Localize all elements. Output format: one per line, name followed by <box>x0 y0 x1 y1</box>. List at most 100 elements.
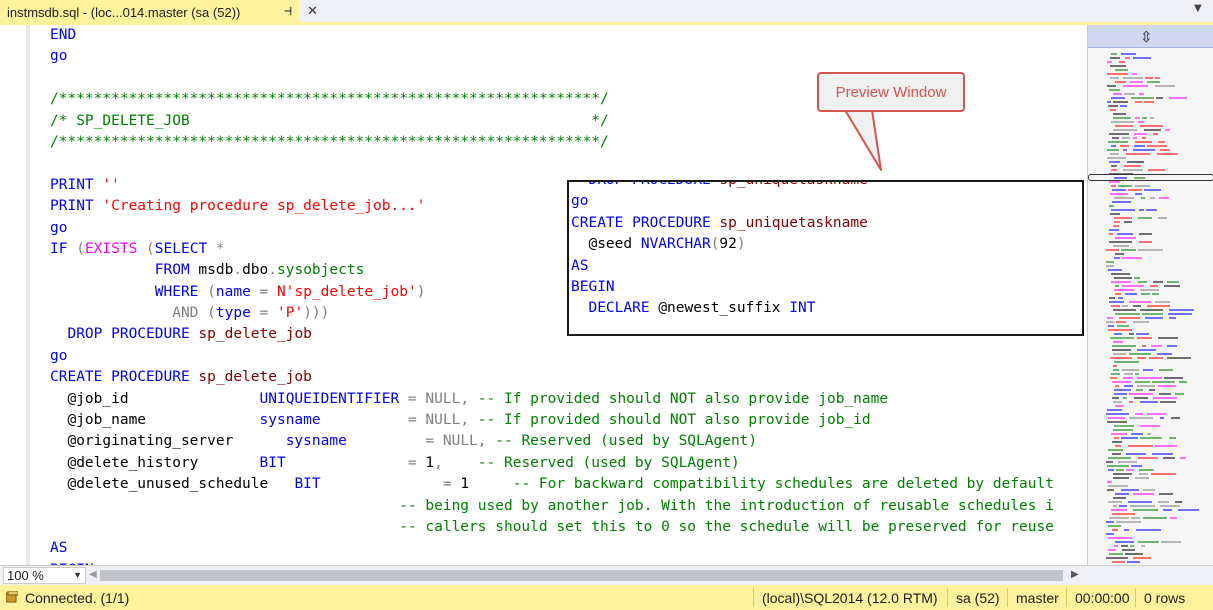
close-icon[interactable]: ✕ <box>307 4 318 20</box>
code-token: PRINT <box>50 198 103 215</box>
tab-instmsdb[interactable]: instmsdb.sql - (loc...014.master (sa (52… <box>0 0 299 25</box>
zoom-select[interactable]: 100 % ▼ <box>3 567 86 584</box>
splitter-handle[interactable]: ⇳ <box>1088 25 1213 48</box>
map-line <box>1119 317 1140 319</box>
map-line <box>1128 501 1152 503</box>
map-line <box>1169 97 1187 99</box>
tab-list-dropdown-icon[interactable]: ▼ <box>1194 3 1202 14</box>
map-line <box>1139 469 1154 471</box>
map-line <box>1124 373 1133 375</box>
map-line <box>1110 357 1132 359</box>
map-line <box>1155 301 1170 303</box>
map-line <box>1108 537 1132 539</box>
status-elapsed: 00:00:00 <box>1075 590 1130 606</box>
map-line <box>1112 513 1135 515</box>
code-token: 1 <box>460 476 513 493</box>
map-line <box>1109 517 1129 519</box>
map-line <box>1109 89 1120 91</box>
code-token: = <box>259 283 278 300</box>
editor-gutter <box>0 25 26 565</box>
map-line <box>1158 141 1165 143</box>
map-line <box>1157 153 1178 155</box>
map-line <box>1129 301 1151 303</box>
code-token: go <box>50 48 68 65</box>
callout-preview-window: Preview Window <box>817 72 965 112</box>
map-line <box>1121 249 1136 251</box>
map-line <box>1114 393 1127 395</box>
map-line <box>1140 425 1160 427</box>
code-token: NVARCHAR <box>640 236 711 253</box>
map-line <box>1126 469 1134 471</box>
code-token: NULL <box>442 433 478 450</box>
code-token: DROP PROCEDURE <box>588 180 720 188</box>
map-line <box>1143 369 1153 371</box>
map-line <box>1167 345 1177 347</box>
split-icon[interactable]: ⇳ <box>1140 28 1153 46</box>
map-line <box>1160 401 1176 403</box>
map-line <box>1153 133 1158 135</box>
map-line <box>1110 193 1128 195</box>
map-line <box>1139 93 1144 95</box>
map-line <box>1113 365 1117 367</box>
scroll-right-icon[interactable]: ▶ <box>1071 569 1079 580</box>
chevron-down-icon[interactable]: ▼ <box>73 568 82 583</box>
map-line <box>1159 369 1173 371</box>
map-line <box>1114 333 1122 335</box>
map-line <box>1164 377 1183 379</box>
map-line <box>1133 493 1154 495</box>
map-line <box>1135 185 1150 187</box>
map-line <box>1108 449 1123 451</box>
map-line <box>1124 385 1133 387</box>
code-token: = <box>407 454 426 471</box>
map-line <box>1155 445 1177 447</box>
map-line <box>1133 557 1151 559</box>
code-token: type <box>215 305 260 322</box>
map-line <box>1138 249 1163 251</box>
map-line <box>1122 305 1128 307</box>
map-line <box>1148 169 1165 171</box>
map-line <box>1124 529 1129 531</box>
map-line <box>1108 469 1114 471</box>
code-line: @delete_unused_schedule BIT = 1 -- For b… <box>50 474 1054 495</box>
code-token: N'sp_delete_job' <box>277 283 417 300</box>
map-line <box>1115 405 1124 407</box>
map-line <box>1112 529 1118 531</box>
map-line <box>1107 61 1112 63</box>
code-line: @job_id UNIQUEIDENTIFIER = NULL, -- If p… <box>50 389 1054 410</box>
map-line <box>1125 57 1130 59</box>
map-line <box>1115 253 1124 255</box>
map-line <box>1112 397 1119 399</box>
code-token: = <box>259 305 277 322</box>
status-separator <box>1066 588 1067 607</box>
preview-line: DECLARE @newest_suffix INT <box>571 298 868 319</box>
scroll-left-icon[interactable]: ◀ <box>89 569 97 580</box>
map-line <box>1133 321 1149 323</box>
map-line <box>1111 97 1125 99</box>
code-token: @seed <box>571 236 641 253</box>
map-line <box>1121 545 1128 547</box>
code-token: go <box>50 219 68 236</box>
map-line <box>1175 501 1182 503</box>
map-line <box>1134 277 1140 279</box>
horizontal-scroll-thumb[interactable] <box>100 570 1063 581</box>
code-token: IF <box>50 240 77 257</box>
status-separator <box>1007 588 1008 607</box>
status-rows: 0 rows <box>1144 590 1186 606</box>
code-line: END <box>50 25 1054 46</box>
map-line <box>1168 313 1192 315</box>
map-line <box>1158 337 1178 339</box>
map-line <box>1113 497 1126 499</box>
map-line <box>1137 385 1155 387</box>
map-line <box>1108 485 1128 487</box>
scrollbar-map[interactable]: ⇳ <box>1087 25 1213 565</box>
map-line <box>1113 505 1117 507</box>
map-line <box>1108 141 1128 143</box>
map-line <box>1120 105 1127 107</box>
map-line <box>1115 125 1133 127</box>
map-line <box>1158 501 1169 503</box>
pin-icon[interactable]: ⊣ <box>281 4 295 20</box>
map-line <box>1160 417 1164 419</box>
map-line <box>1114 425 1134 427</box>
map-line <box>1144 129 1161 131</box>
map-line <box>1110 109 1116 111</box>
